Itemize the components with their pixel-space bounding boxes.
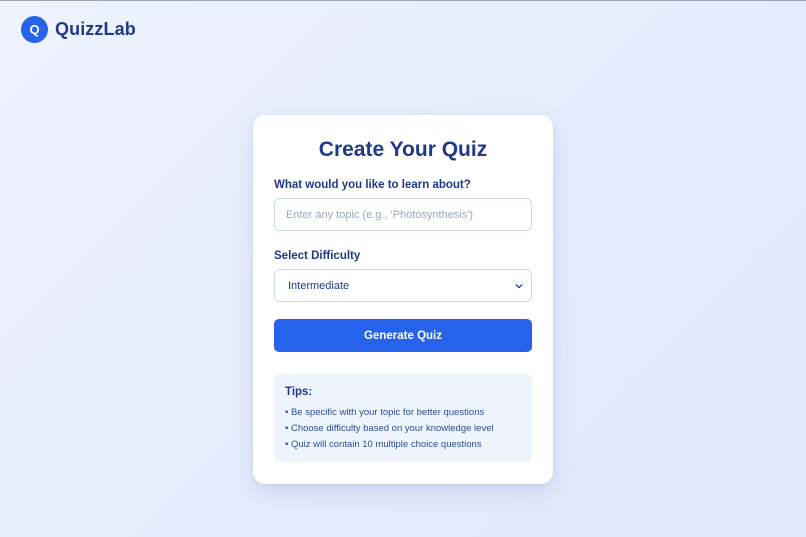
topic-input[interactable] [274,198,532,231]
tip-item: • Be specific with your topic for better… [285,407,485,418]
tips-list: • Be specific with your topic for better… [285,405,521,453]
difficulty-label: Select Difficulty [274,250,361,262]
generate-quiz-button[interactable]: Generate Quiz [274,319,532,352]
difficulty-selected-value: Intermediate [288,279,350,292]
tips-box: Tips: • Be specific with your topic for … [274,374,532,462]
brand-name: QuizzLab [55,19,136,39]
create-quiz-card: Create Your Quiz What would you like to … [253,115,553,484]
topic-label: What would you like to learn about? [274,179,471,191]
tips-title: Tips: [285,386,313,398]
tip-item: • Choose difficulty based on your knowle… [285,423,494,434]
chevron-down-icon [515,283,523,288]
tip-item: • Quiz will contain 10 multiple choice q… [285,439,482,450]
brand[interactable]: Q QuizzLab [21,16,136,43]
logo-letter: Q [29,22,40,37]
page-title: Create Your Quiz [318,138,488,161]
difficulty-select[interactable]: Intermediate [274,269,532,302]
quizzlab-logo-icon: Q [21,16,48,43]
